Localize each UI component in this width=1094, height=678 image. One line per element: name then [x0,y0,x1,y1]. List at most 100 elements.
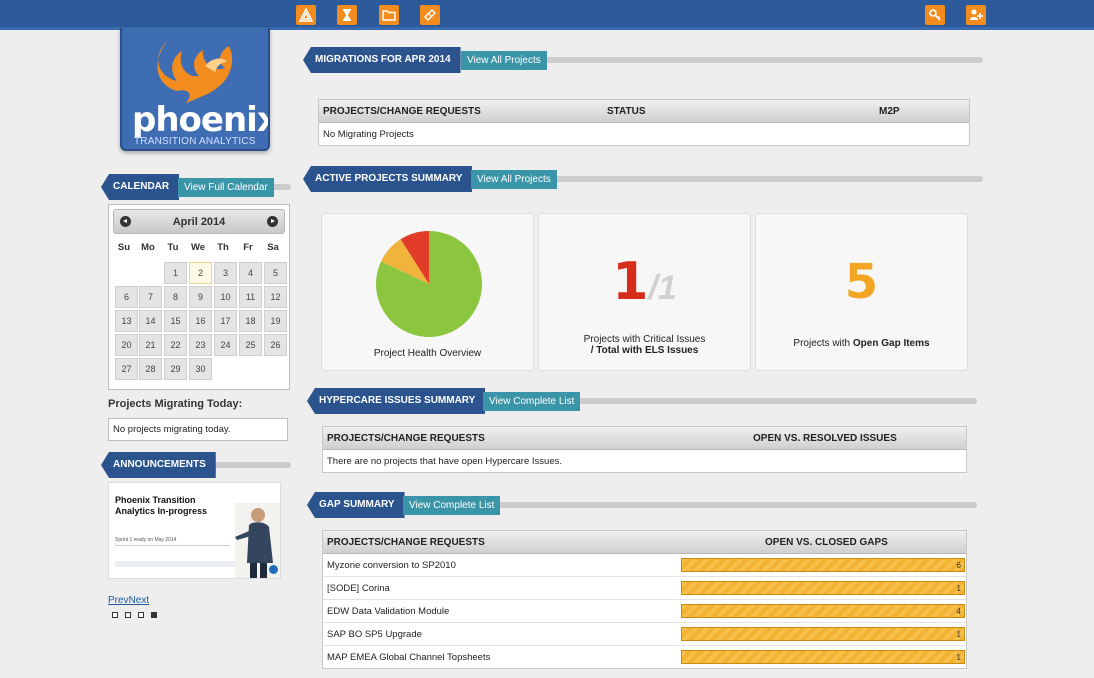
calendar-day[interactable]: 25 [239,334,262,356]
slide-dot[interactable] [151,612,157,618]
migrations-table: PROJECTS/CHANGE REQUESTS STATUS M2P No M… [318,99,970,146]
logo-wordmark: phoenix [132,100,270,140]
announcement-slide[interactable]: Phoenix Transition Analytics In-progress… [108,482,281,579]
calendar-day[interactable]: 4 [239,262,262,284]
view-full-calendar-link[interactable]: View Full Calendar [178,178,274,197]
calendar-day[interactable]: 20 [115,334,138,356]
project-name: EDW Data Validation Module [327,606,450,617]
weekday-label: Mo [141,242,155,253]
calendar-ribbon: CALENDAR View Full Calendar [101,174,291,200]
calendar-month-header: April 2014 [113,209,285,234]
top-toolbar [0,0,1094,30]
slide-dots [112,609,164,621]
hourglass-icon[interactable] [337,5,357,25]
column-header: PROJECTS/CHANGE REQUESTS [323,106,481,117]
gap-caption-bold: Open Gap Items [852,338,930,349]
next-link[interactable]: Next [129,595,150,606]
calendar-day[interactable]: 26 [264,334,287,356]
calendar-day[interactable]: 14 [139,310,162,332]
calendar-day[interactable]: 17 [214,310,237,332]
calendar-day[interactable]: 23 [189,334,212,356]
weekday-label: Th [217,242,229,253]
table-row[interactable]: SAP BO SP5 Upgrade 1 [323,623,966,646]
ticket-icon[interactable] [420,5,440,25]
calendar-day[interactable]: 5 [264,262,287,284]
column-header: STATUS [607,106,646,117]
calendar-day[interactable]: 30 [189,358,212,380]
view-all-projects-link[interactable]: View All Projects [471,170,557,189]
phoenix-bird-icon [157,41,233,104]
critical-card[interactable]: 1/1 Projects with Critical Issues / Tota… [538,213,751,371]
calendar-day[interactable]: 21 [139,334,162,356]
calendar-day[interactable]: 9 [189,286,212,308]
gap-count-label: 1 [956,584,961,593]
table-row[interactable]: EDW Data Validation Module 4 [323,600,966,623]
table-row[interactable]: MAP EMEA Global Channel Topsheets 1 [323,646,966,669]
calendar-day[interactable]: 28 [139,358,162,380]
gap-card[interactable]: 5 Projects with Open Gap Items [755,213,968,371]
calendar-day[interactable]: 12 [264,286,287,308]
calendar-day[interactable]: 2 [189,262,212,284]
critical-caption: Projects with Critical Issues [583,334,706,345]
triangle-icon[interactable] [296,5,316,25]
view-complete-list-link[interactable]: View Complete List [483,392,581,411]
logo-subtitle: TRANSITION ANALYTICS [134,136,256,147]
prev-link[interactable]: Prev [108,595,129,606]
folder-icon[interactable] [379,5,399,25]
empty-row: There are no projects that have open Hyp… [327,456,562,467]
hypercare-ribbon: HYPERCARE ISSUES SUMMARY View Complete L… [307,388,977,414]
calendar-day[interactable]: 6 [115,286,138,308]
hypercare-table: PROJECTS/CHANGE REQUESTS OPEN VS. RESOLV… [322,426,967,473]
calendar-day[interactable]: 24 [214,334,237,356]
view-complete-list-link[interactable]: View Complete List [403,496,501,515]
key-icon[interactable] [925,5,945,25]
critical-total: /1 [648,269,677,307]
announcements-title: ANNOUNCEMENTS [101,452,216,478]
calendar-day[interactable]: 3 [214,262,237,284]
add-user-icon[interactable] [966,5,986,25]
phoenix-logo[interactable]: phoenix TRANSITION ANALYTICS [120,28,270,151]
slide-title: Phoenix Transition Analytics In-progress [115,495,208,516]
active-title: ACTIVE PROJECTS SUMMARY [303,166,473,192]
slide-dot[interactable] [125,612,131,618]
gap-title: GAP SUMMARY [307,492,405,518]
calendar-month-title: April 2014 [172,216,226,228]
table-row[interactable]: Myzone conversion to SP2010 6 [323,554,966,577]
calendar-day[interactable]: 15 [164,310,187,332]
view-all-projects-link[interactable]: View All Projects [461,51,547,70]
calendar-day[interactable]: 11 [239,286,262,308]
column-header: PROJECTS/CHANGE REQUESTS [327,433,485,444]
calendar-day[interactable]: 7 [139,286,162,308]
health-card[interactable]: Project Health Overview [321,213,534,371]
gap-ribbon: GAP SUMMARY View Complete List [307,492,977,518]
gap-count-label: 4 [956,607,961,616]
calendar-day[interactable]: 29 [164,358,187,380]
weekday-label: Tu [167,242,179,253]
migrating-today-panel: No projects migrating today. [108,418,288,441]
active-ribbon: ACTIVE PROJECTS SUMMARY View All Project… [303,166,983,192]
calendar-day[interactable]: 13 [115,310,138,332]
calendar-day[interactable]: 1 [164,262,187,284]
gap-caption: Projects with Open Gap Items [756,338,967,349]
weekday-label: Fr [243,242,253,253]
slide-dot[interactable] [112,612,118,618]
column-header: M2P [879,106,900,117]
calendar-day[interactable]: 19 [264,310,287,332]
calendar-day[interactable]: 18 [239,310,262,332]
calendar-day[interactable]: 8 [164,286,187,308]
slide-dot[interactable] [138,612,144,618]
column-header: PROJECTS/CHANGE REQUESTS [327,537,485,548]
calendar-day[interactable]: 27 [115,358,138,380]
calendar-day[interactable]: 16 [189,310,212,332]
table-row[interactable]: [SODE] Corina 1 [323,577,966,600]
announcements-ribbon: ANNOUNCEMENTS [101,452,291,478]
calendar-day[interactable]: 10 [214,286,237,308]
migrating-today-title: Projects Migrating Today: [108,398,243,410]
calendar-day[interactable]: 22 [164,334,187,356]
gap-count-label: 6 [956,561,961,570]
calendar-title: CALENDAR [101,174,180,200]
next-month-icon[interactable] [267,216,278,227]
project-name: MAP EMEA Global Channel Topsheets [327,652,491,663]
column-header: OPEN VS. RESOLVED ISSUES [753,433,897,444]
gap-caption-pre: Projects with [793,338,853,349]
